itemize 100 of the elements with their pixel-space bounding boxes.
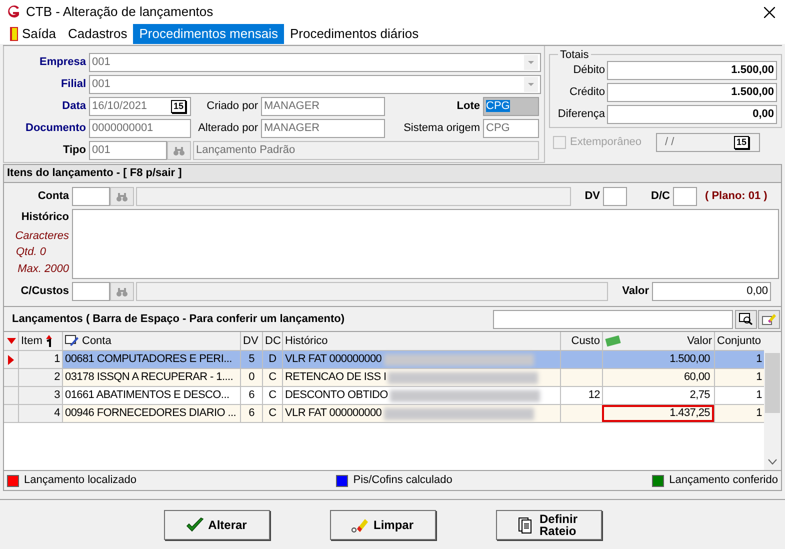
checkbox-label: Extemporâneo: [570, 135, 643, 150]
hint-text: Max. 2000: [18, 262, 69, 276]
table-cell-text: 2,75: [690, 388, 710, 404]
field-label: Filial: [60, 77, 87, 92]
binoculars-icon: [116, 286, 128, 296]
field-label: Sistema origem: [402, 121, 481, 136]
input-field[interactable]: CPG: [483, 119, 539, 138]
scrollbar[interactable]: [764, 332, 781, 470]
input-field[interactable]: 0,00: [652, 282, 771, 301]
table-cell-text: D: [268, 352, 276, 368]
menu-item[interactable]: Saída: [4, 24, 62, 44]
field-label: Documento: [24, 121, 87, 136]
field-label: Conta: [36, 189, 70, 204]
door-icon: [10, 27, 18, 41]
search-button[interactable]: [735, 310, 757, 328]
action-button[interactable]: Definir Rateio: [496, 510, 602, 540]
dropdown-field[interactable]: 001: [89, 53, 541, 72]
action-button[interactable]: Limpar: [330, 510, 436, 540]
search-icon: [739, 313, 753, 325]
table-cell-text: C: [268, 388, 276, 404]
table-cell-text: 0: [248, 370, 254, 386]
checkmark-icon: [186, 516, 204, 532]
eraser-icon: [351, 516, 370, 532]
table-cell-text: VLR FAT 000000000: [285, 352, 382, 368]
input-field[interactable]: [603, 187, 627, 206]
input-field[interactable]: CPG: [483, 97, 539, 116]
table-cell-text: 6: [248, 406, 254, 422]
field-label: Criado por: [206, 99, 259, 114]
table-cell-text: 6: [248, 388, 254, 404]
close-button[interactable]: [764, 6, 775, 18]
column-header[interactable]: Histórico: [282, 332, 560, 350]
input-field[interactable]: 1.500,00: [607, 83, 777, 102]
close-icon: [764, 6, 775, 18]
binoculars-icon: [116, 192, 128, 202]
field-label: Empresa: [38, 55, 87, 70]
table-cell-text: DESCONTO OBTIDO: [285, 388, 388, 404]
input-field[interactable]: MANAGER: [261, 97, 385, 116]
input-field[interactable]: 1.500,00: [607, 61, 777, 80]
clear-button[interactable]: [758, 310, 780, 328]
table-cell-text: 1: [756, 370, 762, 386]
table-cell-text: 1.437,25: [670, 406, 710, 422]
input-field[interactable]: 0000000001: [89, 119, 191, 138]
table-cell-text: 1: [756, 406, 762, 422]
sort-arrow-icon: [6, 338, 16, 344]
legend-label: Lançamento localizado: [24, 473, 137, 488]
column-header[interactable]: Valor: [602, 332, 714, 350]
table-cell-text: C: [268, 370, 276, 386]
table-row[interactable]: 1 00681 COMPUTADORES E PERI... 5 D VLR FAT 000000000 1.500,00 1: [4, 351, 764, 369]
field-label: Histórico: [21, 210, 69, 225]
field-label: Lote: [456, 99, 481, 114]
field-label: D/C: [650, 189, 671, 204]
table-row[interactable]: 4 00946 FORNECEDORES DIARIO ... 6 C VLR FAT 000000000 1.437,25 1: [4, 405, 764, 423]
hint-text: Qtd. 0: [16, 245, 46, 260]
sort-number-icon: [45, 335, 54, 347]
table-cell-text: 4: [54, 406, 60, 422]
input-field[interactable]: [72, 187, 110, 206]
table-cell-text: 60,00: [684, 370, 710, 386]
section-title: Lançamentos ( Barra de Espaço - Para conferir um lançamento): [11, 312, 346, 327]
menu-item[interactable]: Cadastros: [62, 24, 134, 44]
input-field[interactable]: 001: [89, 141, 167, 160]
field-label: Tipo: [62, 143, 87, 158]
table-cell-text: 1: [54, 352, 60, 368]
table-cell-text: 1: [756, 388, 762, 404]
date-field[interactable]: 16/10/2021 15: [89, 97, 191, 116]
field-label: Alterado por: [197, 121, 259, 136]
field-label: Valor: [621, 284, 650, 300]
table-row[interactable]: 3 01661 ABATIMENTOS E DESCO... 6 C DESCONTO OBTIDO 12 2,75 1: [4, 387, 764, 405]
column-header[interactable]: DC: [262, 332, 282, 350]
column-header[interactable]: Conta: [62, 332, 240, 350]
input-field[interactable]: [72, 282, 110, 301]
binoculars-icon: [173, 146, 185, 156]
search-field[interactable]: [493, 310, 733, 328]
section-header: Itens do lançamento - [ F8 p/sair ]: [4, 165, 781, 183]
scroll-down-icon: [768, 459, 777, 465]
legend-label: Pis/Cofins calculado: [353, 473, 452, 488]
input-field[interactable]: MANAGER: [261, 119, 385, 138]
action-button[interactable]: Alterar: [164, 510, 270, 540]
table-cell-text: 1: [756, 352, 762, 368]
table-row[interactable]: 2 03178 ISSQN A RECUPERAR - 1.... 0 C RETENCAO DE ISS I 60,00 1: [4, 369, 764, 387]
table-cell-text: 00946 FORNECEDORES DIARIO ...: [65, 406, 236, 422]
table-cell-text: C: [268, 406, 276, 422]
hint-text: Caracteres: [15, 228, 69, 244]
column-header[interactable]: DV: [240, 332, 262, 350]
table-cell-text: 12: [588, 388, 600, 404]
calendar-button[interactable]: 15: [171, 100, 186, 113]
input-field[interactable]: [673, 187, 697, 206]
eraser-icon: [762, 313, 776, 325]
menu-item[interactable]: Procedimentos diários: [284, 24, 425, 44]
menu-item[interactable]: Procedimentos mensais: [133, 24, 284, 44]
column-header[interactable]: Item: [18, 332, 62, 350]
historico-textarea[interactable]: [72, 209, 779, 279]
current-row-icon: [8, 354, 14, 364]
selected-text: CPG: [486, 100, 510, 112]
plano-label: ( Plano: 01 ): [705, 189, 768, 204]
input-field[interactable]: 0,00: [607, 105, 777, 124]
table-cell-text: 3: [54, 388, 60, 404]
table-cell-text: 01661 ABATIMENTOS E DESCO...: [65, 388, 230, 404]
table-cell-text: RETENCAO DE ISS I: [285, 370, 386, 386]
dropdown-field[interactable]: 001: [89, 75, 541, 94]
column-header[interactable]: Custo: [560, 332, 602, 350]
